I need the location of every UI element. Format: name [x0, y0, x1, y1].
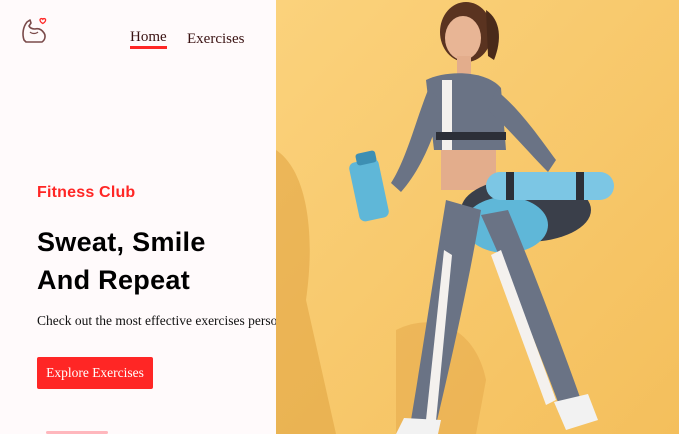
explore-exercises-button[interactable]: Explore Exercises	[37, 357, 153, 389]
hero-headline: Sweat, Smile And Repeat	[37, 223, 206, 299]
hero-headline-line1: Sweat, Smile	[37, 227, 206, 257]
hero-banner-image	[276, 0, 679, 434]
hero-section: Fitness Club Sweat, Smile And Repeat Che…	[0, 0, 276, 434]
hero-brand-title: Fitness Club	[37, 184, 136, 201]
hero-subtitle: Check out the most effective exercises p…	[37, 313, 276, 328]
hero-headline-line2: And Repeat	[37, 265, 191, 295]
banner-illustration	[276, 0, 679, 434]
